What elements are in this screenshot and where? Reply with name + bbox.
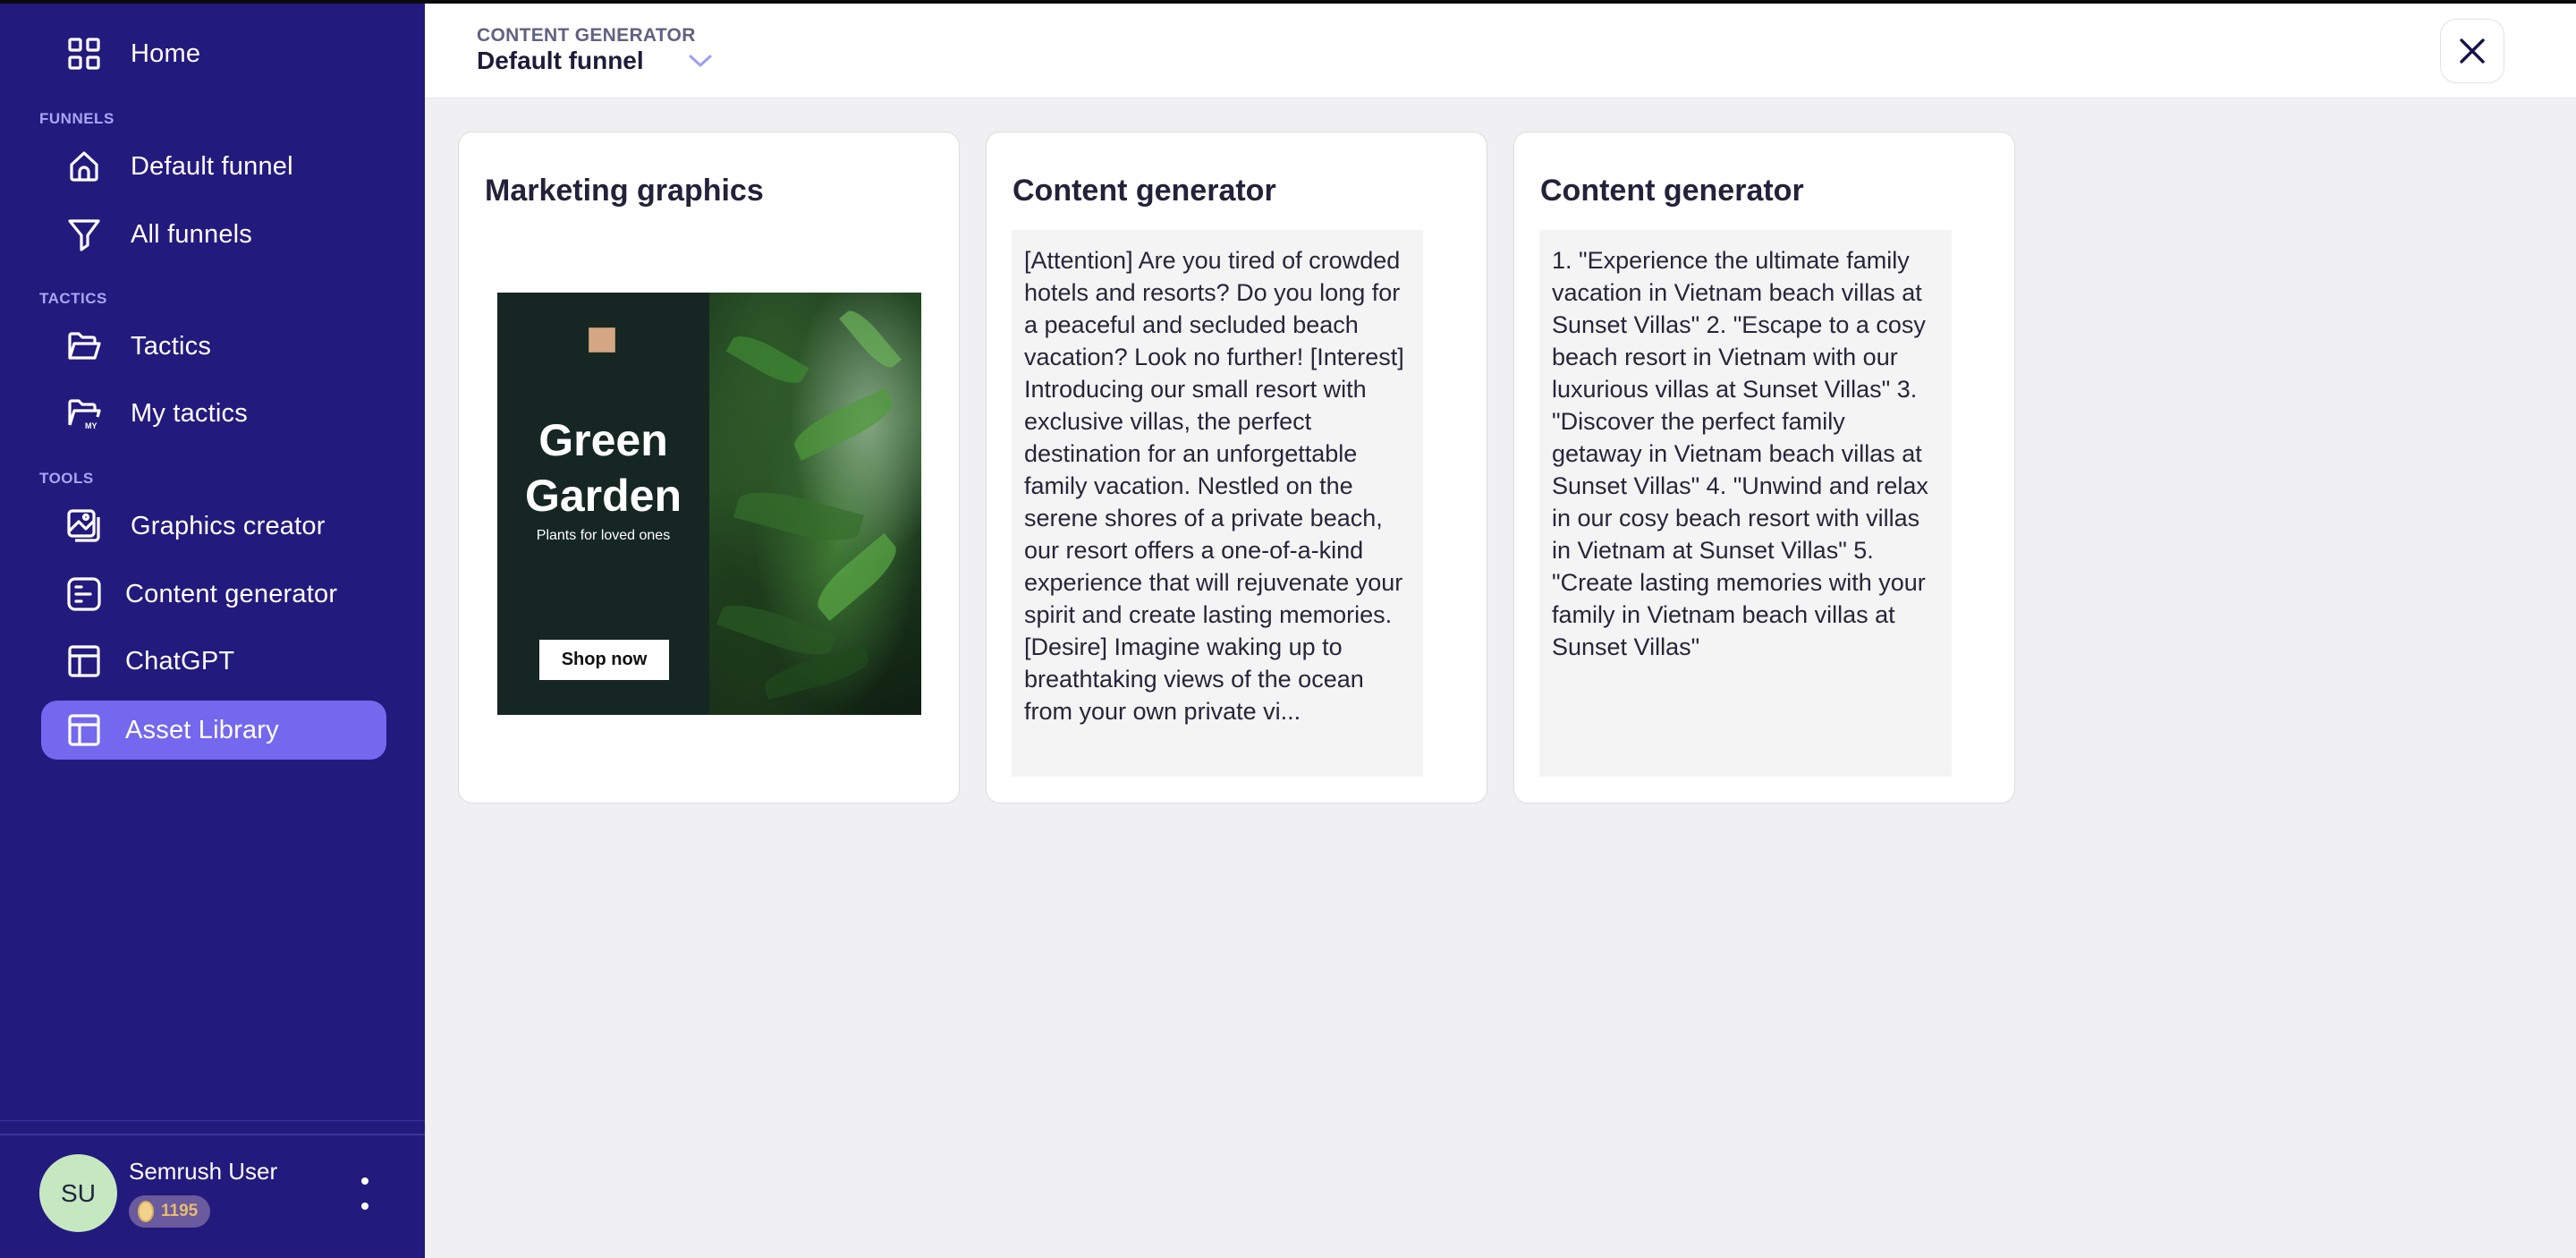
sidebar-item-label: All funnels xyxy=(131,219,252,249)
sidebar-item-chatgpt[interactable]: ChatGPT xyxy=(41,632,386,691)
user-name: Semrush User xyxy=(129,1158,278,1185)
generated-content-text: 1. "Experience the ultimate family vacat… xyxy=(1539,230,1952,777)
svg-text:MY: MY xyxy=(85,421,97,430)
credits-badge: 1195 xyxy=(129,1195,211,1228)
sidebar-item-label: Graphics creator xyxy=(131,511,326,540)
sidebar-item-my-tactics[interactable]: MY My tactics xyxy=(41,384,386,443)
sidebar-item-all-funnels[interactable]: All funnels xyxy=(41,205,386,264)
funnel-dropdown-value: Default funnel xyxy=(477,47,644,74)
section-label-tactics: TACTICS xyxy=(39,290,107,307)
generated-content-text: [Attention] Are you tired of crowded hot… xyxy=(1012,230,1423,777)
graphic-plant-photo xyxy=(709,293,921,715)
user-profile: SU Semrush User 1195 xyxy=(39,1154,397,1235)
graphic-headline-line: Garden xyxy=(524,471,682,521)
avatar[interactable]: SU xyxy=(39,1154,117,1232)
card-title: Marketing graphics xyxy=(485,174,764,208)
document-lines-icon xyxy=(64,574,104,614)
images-icon xyxy=(64,506,104,546)
sidebar-item-asset-library[interactable]: Asset Library xyxy=(41,701,386,760)
sidebar-item-label: Home xyxy=(131,38,201,68)
house-icon xyxy=(64,147,104,186)
sidebar-item-content-generator[interactable]: Content generator xyxy=(41,565,386,624)
sidebar-item-graphics-creator[interactable]: Graphics creator xyxy=(41,497,386,556)
asset-card-content-generator[interactable]: Content generator 1. "Experience the ult… xyxy=(1513,132,2015,803)
asset-card-marketing-graphics[interactable]: Marketing graphics Green Garden Plants f… xyxy=(458,132,960,803)
chevron-down-icon xyxy=(689,55,712,67)
card-title: Content generator xyxy=(1540,174,1804,208)
section-label-tools: TOOLS xyxy=(39,470,94,487)
credits-value: 1195 xyxy=(161,1202,199,1220)
section-label-funnels: FUNNELS xyxy=(39,110,114,127)
sidebar-item-home[interactable]: Home xyxy=(41,24,386,83)
grid-icon xyxy=(64,34,104,73)
sidebar-item-label: ChatGPT xyxy=(125,646,235,676)
sidebar-item-label: My tactics xyxy=(131,398,248,428)
asset-card-content-generator[interactable]: Content generator [Attention] Are you ti… xyxy=(986,132,1487,803)
page-header: CONTENT GENERATOR Default funnel xyxy=(425,0,2576,98)
close-button[interactable] xyxy=(2440,19,2504,83)
graphic-subtitle: Plants for loved ones xyxy=(536,528,671,543)
folder-open-icon xyxy=(64,327,104,366)
graphic-logo-thumbnail xyxy=(589,327,615,353)
graphic-shop-now-button: Shop now xyxy=(539,640,669,680)
sidebar: Home FUNNELS Default funnel All funnels … xyxy=(0,0,425,1258)
breadcrumb: CONTENT GENERATOR xyxy=(477,25,696,46)
marketing-graphic-preview[interactable]: Green Garden Plants for loved ones Shop … xyxy=(497,293,921,715)
sidebar-divider xyxy=(0,1120,425,1121)
window-top-edge xyxy=(0,0,2576,4)
sidebar-item-label: Content generator xyxy=(125,579,338,608)
sidebar-item-label: Asset Library xyxy=(125,715,279,744)
close-icon xyxy=(2460,38,2485,64)
graphic-text-panel: Green Garden Plants for loved ones Shop … xyxy=(497,293,709,715)
card-title: Content generator xyxy=(1013,174,1276,208)
sidebar-divider xyxy=(0,1134,425,1135)
graphic-headline: Green Garden xyxy=(497,412,709,523)
filter-icon xyxy=(64,215,104,254)
layout-icon xyxy=(64,642,104,681)
coin-icon xyxy=(138,1201,154,1222)
graphic-headline-line: Green xyxy=(538,415,668,465)
sidebar-item-default-funnel[interactable]: Default funnel xyxy=(41,137,386,196)
sidebar-item-label: Tactics xyxy=(131,331,212,361)
funnel-dropdown[interactable]: Default funnel xyxy=(477,47,714,75)
folder-my-icon: MY xyxy=(64,394,104,433)
sidebar-item-label: Default funnel xyxy=(131,151,293,181)
more-options-icon[interactable] xyxy=(356,1177,374,1210)
layout-icon xyxy=(64,710,104,750)
sidebar-item-tactics[interactable]: Tactics xyxy=(41,317,386,376)
